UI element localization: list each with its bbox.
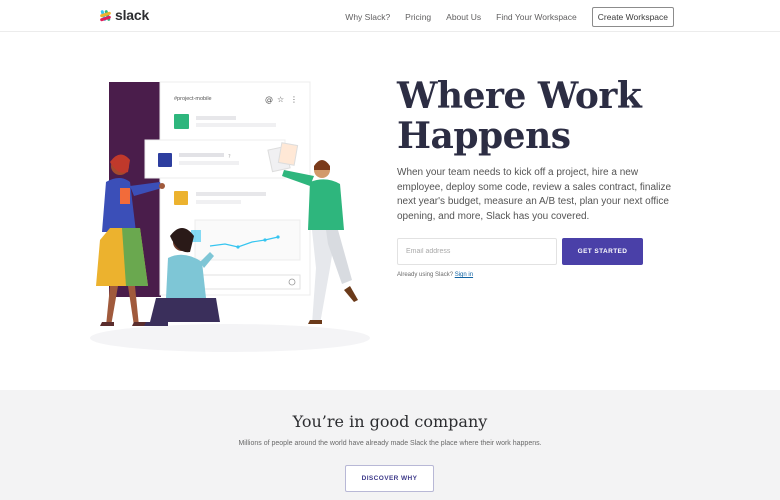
avatar-yellow: [174, 191, 188, 205]
signin-prompt: Already using Slack? Sign in: [397, 272, 473, 278]
email-field[interactable]: [397, 238, 557, 265]
top-nav-bar: slack Why Slack? Pricing About Us Find Y…: [0, 0, 780, 32]
sign-in-link[interactable]: Sign in: [455, 272, 473, 278]
msg-line: [196, 116, 236, 120]
msg-line: [179, 161, 239, 165]
discover-why-button[interactable]: DISCOVER WHY: [345, 465, 434, 492]
nav-about-us[interactable]: About Us: [446, 12, 481, 22]
channel-name: #project-mobile: [174, 96, 212, 102]
star-icon: ☆: [277, 95, 284, 104]
hero-illustration: #project-mobile @ ☆ ⋮ ?: [90, 81, 370, 352]
floor-shadow: [90, 324, 370, 352]
msg-line: [196, 192, 266, 196]
more-icon: ⋮: [290, 95, 298, 104]
good-company-title: You’re in good company: [292, 412, 488, 431]
nav-pricing[interactable]: Pricing: [405, 12, 431, 22]
nav-why-slack[interactable]: Why Slack?: [345, 12, 390, 22]
slack-logo[interactable]: slack: [99, 7, 150, 23]
slack-logo-icon: [99, 9, 112, 22]
message-input-bar: [194, 274, 301, 290]
question-mark: ?: [228, 154, 231, 160]
mention-icon: @: [265, 95, 273, 104]
hero-headline: Where Work Happens: [397, 76, 697, 156]
hero-description: When your team needs to kick off a proje…: [397, 167, 672, 222]
avatar-teal: [174, 114, 189, 129]
create-workspace-button[interactable]: Create Workspace: [591, 7, 674, 27]
msg-line: [196, 123, 276, 127]
headline-line-1: Where Work: [397, 75, 642, 117]
msg-line: [196, 200, 241, 204]
msg-line: [179, 153, 224, 157]
brand-name: slack: [115, 7, 150, 23]
good-company-subtitle: Millions of people around the world have…: [238, 440, 542, 447]
nav-find-workspace[interactable]: Find Your Workspace: [496, 12, 577, 22]
headline-line-2: Happens: [397, 115, 571, 157]
get-started-button[interactable]: GET STARTED: [562, 238, 643, 265]
already-using-text: Already using Slack?: [397, 272, 454, 278]
avatar-blue: [158, 153, 172, 167]
main-nav: Why Slack? Pricing About Us Find Your Wo…: [345, 7, 674, 27]
